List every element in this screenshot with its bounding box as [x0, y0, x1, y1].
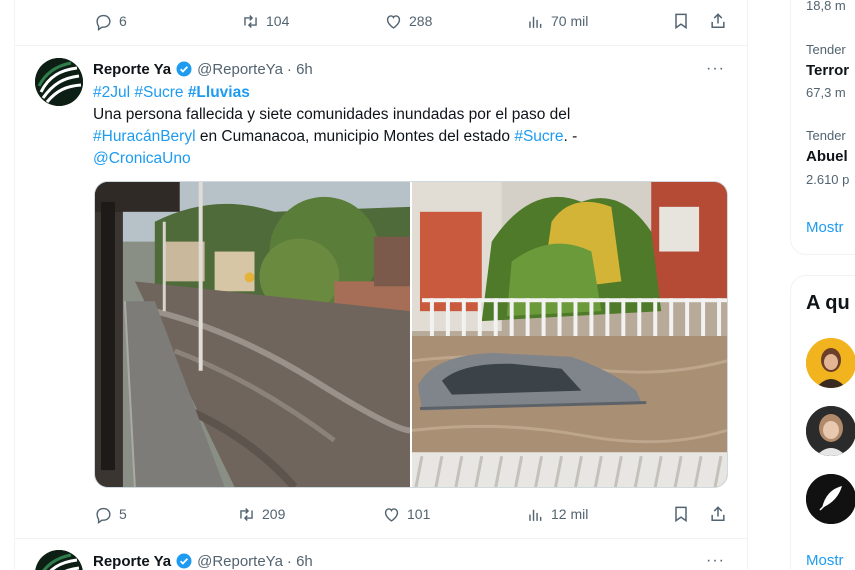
reporte-ya-logo — [35, 58, 83, 106]
bookmark-icon — [675, 13, 687, 30]
hashtag-2jul[interactable]: #2Jul — [93, 84, 130, 101]
suggested-user-avatar[interactable] — [806, 338, 855, 388]
trend-post-count: 18,8 m — [806, 0, 846, 13]
tweet-header: Reporte Ya @ReporteYa · 6h — [93, 60, 313, 78]
reply-count: 5 — [119, 506, 127, 522]
author-name[interactable]: Reporte Ya — [93, 61, 171, 78]
tweet-actions: 6 104 288 70 mil — [15, 9, 747, 33]
hashtag-lluvias[interactable]: #Lluvias — [188, 84, 250, 101]
views-count: 70 mil — [551, 13, 589, 29]
bookmark-button[interactable] — [671, 502, 691, 526]
text-line-1: Una persona fallecida y siete comunidade… — [93, 106, 571, 123]
heart-icon — [386, 14, 401, 29]
like-count: 101 — [407, 506, 431, 522]
share-button[interactable] — [708, 502, 728, 526]
views-count: 12 mil — [551, 506, 589, 522]
verified-badge-icon — [176, 553, 192, 569]
retweet-count: 209 — [262, 506, 286, 522]
avatar[interactable] — [35, 550, 83, 570]
trend-post-count: 67,3 m — [806, 85, 846, 100]
mention-cronicauno[interactable]: @CronicaUno — [93, 150, 191, 167]
tweet-header: Reporte Ya @ReporteYa · 6h — [93, 552, 313, 570]
analytics-icon — [529, 16, 542, 28]
suggested-user-avatar[interactable] — [806, 406, 855, 456]
analytics-icon — [529, 509, 542, 521]
retweet-icon — [244, 14, 257, 28]
hashtag-sucre[interactable]: #Sucre — [134, 84, 183, 101]
tweet-media[interactable] — [94, 181, 728, 488]
text-segment: en Cumanacoa, municipio Montes del estad… — [195, 128, 515, 145]
text-segment: . - — [563, 128, 578, 145]
tweet-divider — [15, 45, 747, 46]
show-more-trends-link[interactable]: Mostr — [806, 219, 844, 236]
more-options-button[interactable]: ··· — [706, 552, 725, 570]
feather-logo-icon — [806, 474, 855, 524]
submerged-car-photo[interactable] — [412, 182, 727, 487]
author-handle[interactable]: @ReporteYa — [197, 553, 283, 570]
retweet-icon — [240, 507, 253, 521]
trend-title[interactable]: Abuel — [806, 148, 848, 165]
submerged-car-image — [412, 182, 727, 487]
text-line-2: #HuracánBeryl en Cumanacoa, municipio Mo… — [93, 126, 713, 148]
heart-icon — [384, 507, 399, 522]
retweet-count: 104 — [266, 13, 290, 29]
verified-badge-icon — [176, 61, 192, 77]
views-button[interactable]: 12 mil — [526, 502, 588, 526]
flood-street-photo[interactable] — [95, 182, 410, 487]
hashtag-line: #2Jul #Sucre #Lluvias — [93, 82, 713, 104]
share-button[interactable] — [708, 9, 728, 33]
more-options-button[interactable]: ··· — [706, 60, 725, 78]
bookmark-button[interactable] — [671, 9, 691, 33]
tweet-divider — [15, 538, 747, 539]
author-name[interactable]: Reporte Ya — [93, 553, 171, 570]
reply-count: 6 — [119, 13, 127, 29]
hashtag-huracanberyl[interactable]: #HuracánBeryl — [93, 128, 196, 145]
tweet-actions: 5 209 101 12 mil — [15, 502, 747, 526]
reply-button[interactable]: 6 — [94, 9, 127, 33]
trend-category: Tender — [806, 42, 846, 57]
hashtag-sucre-2[interactable]: #Sucre — [514, 128, 563, 145]
reply-button[interactable]: 5 — [94, 502, 127, 526]
author-handle[interactable]: @ReporteYa — [197, 61, 283, 78]
reply-icon — [96, 14, 111, 31]
suggested-user-avatar[interactable] — [806, 474, 855, 524]
retweet-button[interactable]: 104 — [241, 9, 289, 33]
views-button[interactable]: 70 mil — [526, 9, 588, 33]
trend-title[interactable]: Terror — [806, 62, 849, 79]
like-count: 288 — [409, 13, 433, 29]
user-photo-icon — [806, 406, 855, 456]
user-photo-icon — [806, 338, 855, 388]
bookmark-icon — [675, 506, 687, 523]
right-sidebar: 18,8 m Tender Terror 67,3 m Tender Abuel… — [788, 0, 855, 570]
show-more-follow-link[interactable]: Mostr — [806, 552, 844, 569]
trend-post-count: 2.610 p — [806, 172, 850, 187]
who-to-follow-heading: A qu — [806, 292, 850, 314]
timeline-feed: 6 104 288 70 mil Reporte Ya @ReporteYa ·… — [14, 0, 748, 570]
tweet-time[interactable]: · 6h — [287, 61, 313, 78]
like-button[interactable]: 101 — [382, 502, 430, 526]
trend-category: Tender — [806, 128, 846, 143]
tweet-time[interactable]: · 6h — [287, 553, 313, 570]
tweet-text: #2Jul #Sucre #Lluvias Una persona fallec… — [93, 82, 713, 170]
flood-street-image — [95, 182, 410, 487]
retweet-button[interactable]: 209 — [237, 502, 285, 526]
reporte-ya-logo — [35, 550, 83, 570]
reply-icon — [96, 507, 111, 524]
like-button[interactable]: 288 — [384, 9, 432, 33]
share-icon — [711, 506, 725, 521]
share-icon — [711, 13, 725, 28]
avatar[interactable] — [35, 58, 83, 106]
